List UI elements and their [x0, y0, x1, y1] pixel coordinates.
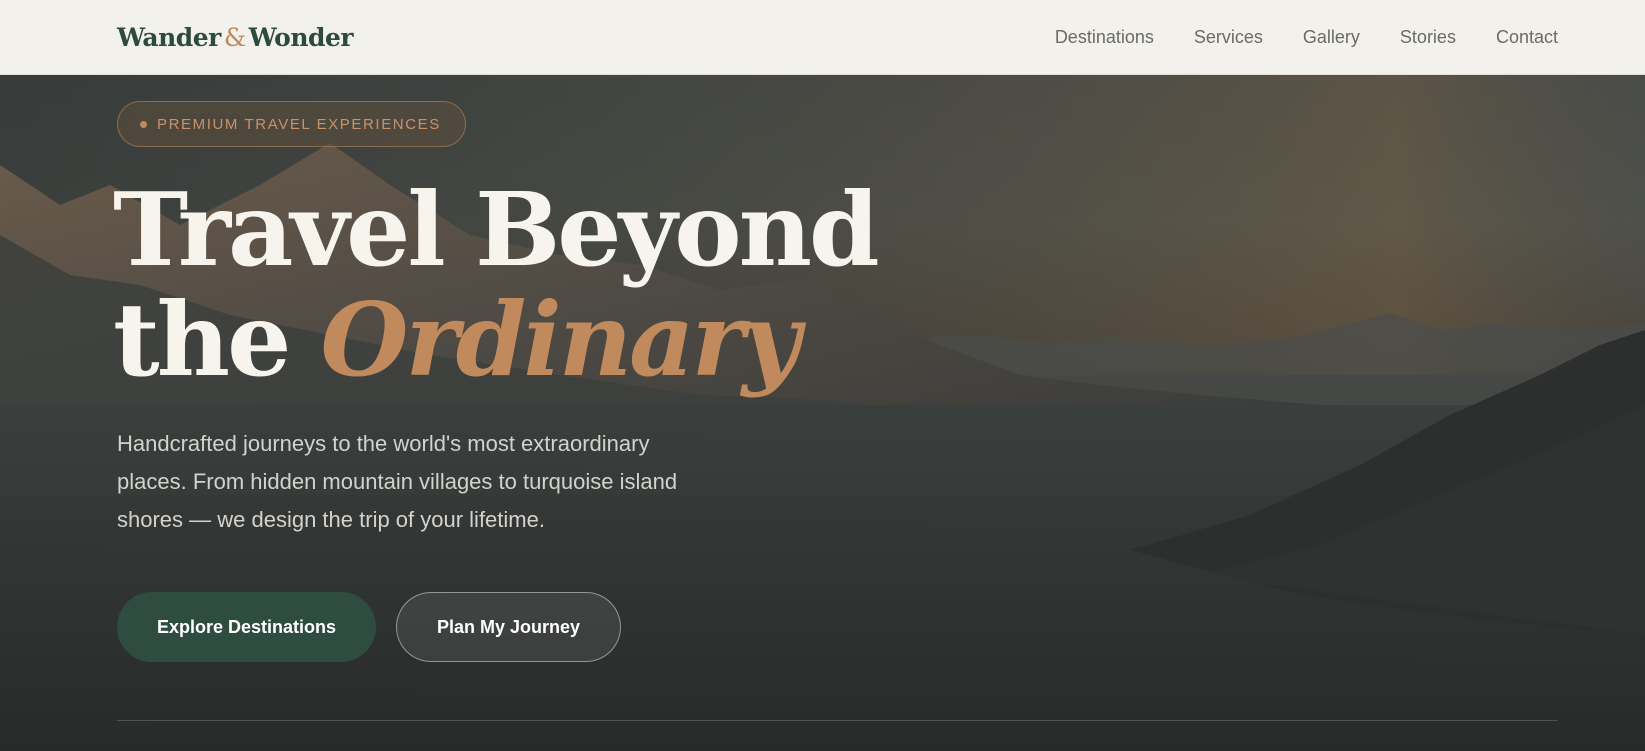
hero-divider — [117, 720, 1558, 721]
logo[interactable]: Wander & Wonder — [117, 22, 354, 52]
premium-badge: PREMIUM TRAVEL EXPERIENCES — [117, 101, 466, 147]
nav-contact[interactable]: Contact — [1496, 27, 1558, 48]
nav-gallery[interactable]: Gallery — [1303, 27, 1360, 48]
nav-stories[interactable]: Stories — [1400, 27, 1456, 48]
logo-word-right: Wonder — [248, 22, 354, 52]
logo-word-left: Wander — [117, 22, 221, 52]
nav-destinations[interactable]: Destinations — [1055, 27, 1154, 48]
hero-lead-text: Handcrafted journeys to the world's most… — [117, 431, 678, 532]
hero-title-plain: the — [113, 280, 291, 399]
hero-title-line1: Travel Beyond — [113, 170, 880, 289]
hero-title-line2: the Ordinary — [113, 285, 877, 395]
hero-content: PREMIUM TRAVEL EXPERIENCES Travel Beyond… — [113, 75, 1558, 751]
hero-title-accent: Ordinary — [320, 280, 801, 399]
logo-ampersand: & — [223, 22, 246, 52]
hero-section: PREMIUM TRAVEL EXPERIENCES Travel Beyond… — [0, 75, 1645, 751]
plan-my-journey-button[interactable]: Plan My Journey — [396, 592, 621, 662]
site-header: Wander & Wonder Destinations Services Gall… — [0, 0, 1645, 75]
hero-title: Travel Beyond the Ordinary — [113, 175, 880, 395]
nav-services[interactable]: Services — [1194, 27, 1263, 48]
main-nav: Destinations Services Gallery Stories Co… — [1055, 27, 1558, 48]
explore-destinations-button[interactable]: Explore Destinations — [117, 592, 376, 662]
badge-dot-icon — [140, 120, 147, 128]
badge-label: PREMIUM TRAVEL EXPERIENCES — [157, 115, 441, 133]
